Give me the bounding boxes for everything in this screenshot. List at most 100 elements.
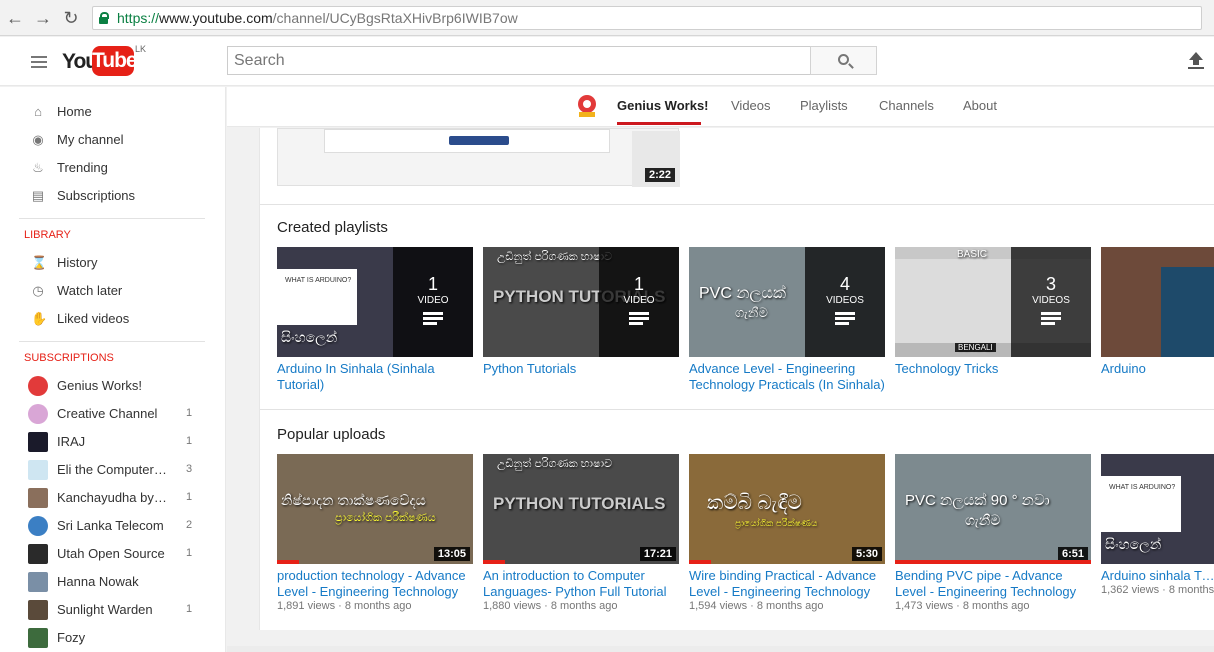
forward-arrow-icon[interactable]: →	[32, 7, 54, 29]
person-icon: ◉	[32, 132, 44, 147]
video-meta: 1,891 views · 8 months ago	[277, 600, 412, 612]
playlist-count-overlay: 1 VIDEO	[599, 247, 679, 357]
video-title[interactable]: Bending PVC pipe - Advance Level - Engin…	[895, 568, 1091, 600]
popular-uploads-title[interactable]: Popular uploads	[277, 426, 385, 443]
channel-avatar	[28, 600, 48, 620]
channel-avatar	[28, 572, 48, 592]
subscription-item[interactable]: Fozy	[0, 624, 225, 652]
video-duration: 13:05	[433, 547, 470, 561]
active-tab-indicator	[617, 122, 701, 125]
video-card[interactable]: PVC නලයක් 90 ° නවා ගැනීම 6:51 Bending PV…	[895, 454, 1091, 612]
playlist-count-overlay: 1 VIDEO	[393, 247, 473, 357]
playlist-thumbnail[interactable]: WHAT IS ARDUINO? සිංහලෙන් 1 VIDEO	[277, 247, 473, 357]
featured-video-thumbnail[interactable]: 2:22	[277, 128, 680, 187]
video-title[interactable]: Arduino sinhala Tutorial	[1101, 568, 1214, 584]
subscription-item[interactable]: Kanchayudha by Kasun 1	[0, 484, 225, 512]
address-bar[interactable]: https://www.youtube.com/channel/UCyBgsRt…	[92, 6, 1202, 30]
reload-icon[interactable]: ↻	[60, 7, 82, 29]
playlist-title[interactable]: Arduino In Sinhala (Sinhala Tutorial)	[277, 361, 473, 393]
video-card[interactable]: උඩිනුත් පරිගණක භාෂාව PYTHON TUTORIALS 17…	[483, 454, 679, 612]
channel-avatar	[28, 544, 48, 564]
video-card[interactable]: WHAT IS ARDUINO? සිංහලෙන් Arduino sinhal…	[1101, 454, 1214, 596]
channel-avatar	[28, 432, 48, 452]
sidebar-item-my-channel[interactable]: ◉ My channel	[0, 126, 225, 154]
video-card[interactable]: කම්බි බැඳීම ප්‍රායෝගික පරීක්ෂණය 5:30 Wir…	[689, 454, 885, 612]
subscription-item[interactable]: IRAJ 1	[0, 428, 225, 456]
tab-channels[interactable]: Channels	[879, 98, 934, 113]
tab-home[interactable]: Genius Works!	[617, 98, 709, 113]
playlist-thumbnail[interactable]	[1101, 247, 1214, 357]
video-title[interactable]: Wire binding Practical - Advance Level -…	[689, 568, 885, 600]
playlist-card[interactable]: Arduino	[1101, 247, 1214, 377]
video-card[interactable]: නිෂ්පාදන තාක්ෂණවේදය ප්‍රායෝගික පරීක්ෂණය …	[277, 454, 473, 612]
video-thumbnail[interactable]: කම්බි බැඳීම ප්‍රායෝගික පරීක්ෂණය 5:30	[689, 454, 885, 564]
home-icon: ⌂	[34, 104, 42, 119]
video-thumbnail[interactable]: PVC නලයක් 90 ° නවා ගැනීම 6:51	[895, 454, 1091, 564]
back-arrow-icon[interactable]: ←	[4, 7, 26, 29]
sidebar-item-history[interactable]: ⌛ History	[0, 249, 225, 277]
subscription-item[interactable]: Eli the Computer Guy 3	[0, 456, 225, 484]
subscription-item[interactable]: Utah Open Source 1	[0, 540, 225, 568]
watch-progress	[689, 560, 711, 564]
playlist-title[interactable]: Arduino	[1101, 361, 1214, 377]
flame-icon: ♨	[32, 160, 44, 175]
lock-icon	[99, 12, 109, 24]
tab-videos[interactable]: Videos	[731, 98, 771, 113]
address-url: https://www.youtube.com/channel/UCyBgsRt…	[117, 10, 518, 26]
video-thumbnail[interactable]: නිෂ්පාදන තාක්ෂණවේදය ප්‍රායෝගික පරීක්ෂණය …	[277, 454, 473, 564]
sidebar-item-watch-later[interactable]: ◷ Watch later	[0, 277, 225, 305]
video-duration: 17:21	[639, 547, 676, 561]
sidebar-item-home[interactable]: ⌂ Home	[0, 98, 225, 126]
playlist-icon	[835, 312, 855, 325]
menu-icon[interactable]	[31, 56, 47, 68]
subscription-item[interactable]: Hanna Nowak	[0, 568, 225, 596]
video-thumbnail[interactable]: උඩිනුත් පරිගණක භාෂාව PYTHON TUTORIALS 17…	[483, 454, 679, 564]
sidebar-item-trending[interactable]: ♨ Trending	[0, 154, 225, 182]
channel-content: 2:22 Created playlists WHAT IS ARDUINO? …	[259, 128, 1214, 630]
watch-progress	[277, 560, 299, 564]
playlist-icon	[423, 312, 443, 325]
subscriptions-icon: ▤	[31, 188, 45, 203]
search-input[interactable]: Search	[227, 46, 811, 75]
subscription-item[interactable]: Genius Works!	[0, 372, 225, 400]
video-duration: 6:51	[1057, 547, 1088, 561]
channel-avatar	[28, 460, 48, 480]
playlist-card[interactable]: PVC නලයක් ගැනීම 4 VIDEOS Advance Level -…	[689, 247, 885, 393]
created-playlists-title[interactable]: Created playlists	[277, 219, 388, 236]
video-title[interactable]: An introduction to Computer Languages- P…	[483, 568, 679, 600]
sidebar-divider	[19, 341, 205, 342]
video-thumbnail[interactable]: WHAT IS ARDUINO? සිංහලෙන්	[1101, 454, 1214, 564]
upload-icon[interactable]	[1188, 52, 1204, 70]
playlist-thumbnail[interactable]: උඩිනුත් පරිගණක භාෂාව PYTHON TUTORIALS 1 …	[483, 247, 679, 357]
section-divider	[260, 204, 1214, 205]
subscription-item[interactable]: Creative Channel 1	[0, 400, 225, 428]
playlist-card[interactable]: BASIC BENGALI 3 VIDEOS Technology Tricks	[895, 247, 1091, 377]
subscription-item[interactable]: Sri Lanka Telecom 2	[0, 512, 225, 540]
channel-avatar	[28, 404, 48, 424]
thumbs-up-icon: ✋	[31, 311, 48, 326]
playlist-title[interactable]: Technology Tricks	[895, 361, 1091, 377]
hourglass-icon: ⌛	[31, 255, 48, 270]
sidebar-item-subscriptions[interactable]: ▤ Subscriptions	[0, 182, 225, 210]
playlist-thumbnail[interactable]: PVC නලයක් ගැනීම 4 VIDEOS	[689, 247, 885, 357]
tab-playlists[interactable]: Playlists	[800, 98, 848, 113]
masthead: You Tube LK Search	[0, 37, 1214, 86]
video-meta: 1,473 views · 8 months ago	[895, 600, 1030, 612]
channel-avatar	[28, 516, 48, 536]
channel-avatar	[28, 376, 48, 396]
playlist-card[interactable]: WHAT IS ARDUINO? සිංහලෙන් 1 VIDEO Arduin…	[277, 247, 473, 393]
tab-about[interactable]: About	[963, 98, 997, 113]
video-meta: 1,362 views · 8 months ago	[1101, 584, 1214, 596]
playlist-card[interactable]: උඩිනුත් පරිගණක භාෂාව PYTHON TUTORIALS 1 …	[483, 247, 679, 377]
playlist-thumbnail[interactable]: BASIC BENGALI 3 VIDEOS	[895, 247, 1091, 357]
video-meta: 1,880 views · 8 months ago	[483, 600, 618, 612]
playlist-title[interactable]: Advance Level - Engineering Technology P…	[689, 361, 885, 393]
horizontal-scrollbar[interactable]	[227, 646, 1214, 652]
subscription-item[interactable]: Sunlight Warden 1	[0, 596, 225, 624]
sidebar-item-liked-videos[interactable]: ✋ Liked videos	[0, 305, 225, 333]
channel-logo-icon[interactable]	[576, 94, 598, 118]
video-title[interactable]: production technology - Advance Level - …	[277, 568, 473, 600]
channel-tab-bar: Genius Works! Videos Playlists Channels …	[227, 87, 1214, 127]
playlist-title[interactable]: Python Tutorials	[483, 361, 679, 377]
search-button[interactable]	[810, 46, 877, 75]
